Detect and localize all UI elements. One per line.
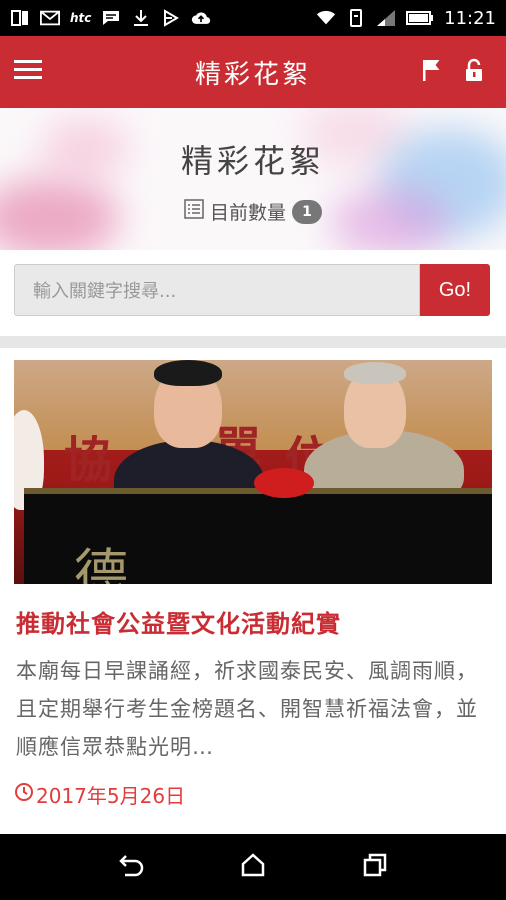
app-bar: 精彩花絮 xyxy=(0,36,506,108)
home-button[interactable] xyxy=(233,847,273,887)
hamburger-menu-icon xyxy=(14,59,42,85)
recent-apps-button[interactable] xyxy=(355,847,395,887)
article-title[interactable]: 推動社會公益暨文化活動紀實 xyxy=(16,604,341,639)
section-divider xyxy=(0,336,506,348)
signal-icon xyxy=(376,8,396,28)
list-icon xyxy=(184,199,204,224)
vibrate-icon xyxy=(346,8,366,28)
nfc-icon xyxy=(161,8,181,28)
system-navigation-bar xyxy=(0,834,506,900)
hero-banner: 精彩花絮 目前數量 1 xyxy=(0,108,506,250)
article-photo[interactable]: 協 單 位 德 xyxy=(14,360,492,584)
clock: 11:21 xyxy=(444,7,496,29)
battery-icon xyxy=(406,8,434,28)
count-label: 目前數量 xyxy=(209,202,286,224)
home-icon xyxy=(240,852,266,882)
item-count: 目前數量 1 xyxy=(0,198,506,225)
photo-background: 協 xyxy=(64,432,113,488)
flag-button[interactable] xyxy=(420,60,444,84)
search-bar: 輸入關鍵字搜尋... Go! xyxy=(0,250,506,336)
status-bar: htc 11:21 xyxy=(0,0,506,36)
lock-icon xyxy=(464,58,484,86)
article-description: 本廟每日早課誦經，祈求國泰民安、風調雨順，且定期舉行考生金榜題名、開智慧祈福法會… xyxy=(16,659,478,759)
menu-button[interactable] xyxy=(0,36,56,108)
photo-plaque-text: 德 xyxy=(74,543,168,584)
lock-button[interactable] xyxy=(462,58,486,86)
htc-icon: htc xyxy=(70,11,92,25)
search-input[interactable]: 輸入關鍵字搜尋... xyxy=(14,264,420,316)
search-go-button[interactable]: Go! xyxy=(420,264,490,316)
clock-icon xyxy=(14,782,34,807)
photo-ribbon xyxy=(254,468,314,498)
page-title: 精彩花絮 xyxy=(180,142,325,180)
flag-icon xyxy=(421,58,443,86)
photo-person xyxy=(154,360,222,386)
download-icon xyxy=(131,8,151,28)
gmail-icon xyxy=(40,8,60,28)
cloud-upload-icon xyxy=(191,8,211,28)
back-button[interactable] xyxy=(111,847,151,887)
message-icon xyxy=(101,8,121,28)
sim-icon xyxy=(10,8,30,28)
article-date: 2017年5月26日 xyxy=(14,780,185,809)
photo-person xyxy=(344,362,406,384)
wifi-icon xyxy=(316,8,336,28)
back-icon xyxy=(117,853,145,881)
recent-apps-icon xyxy=(362,852,388,882)
count-badge: 1 xyxy=(292,199,322,224)
article-card[interactable]: 協 單 位 德 推動社會公益暨文化活動紀實 本廟每日早課誦經，祈求國泰民安、風調… xyxy=(0,348,506,834)
article-date-text: 2017年5月26日 xyxy=(36,784,186,808)
